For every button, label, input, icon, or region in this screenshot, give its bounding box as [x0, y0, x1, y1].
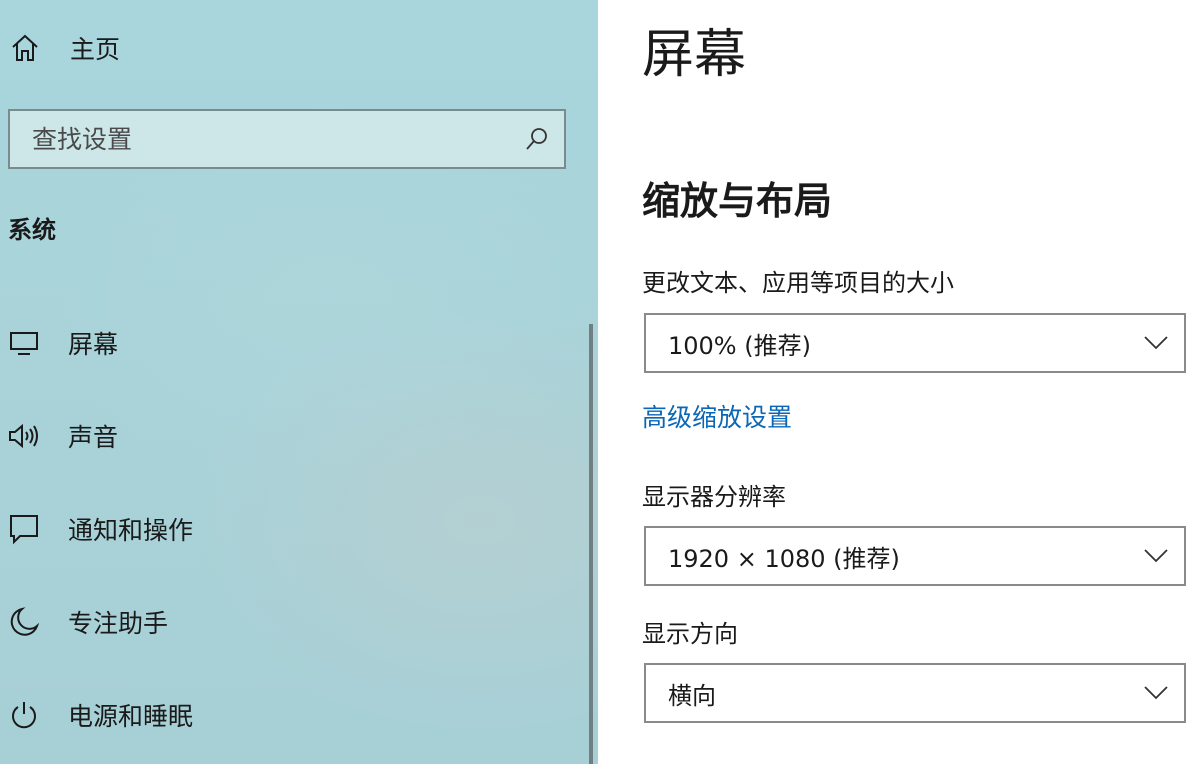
scale-dropdown[interactable]: 100% (推荐) — [644, 313, 1186, 373]
sidebar-item-label: 专注助手 — [68, 609, 169, 638]
orientation-label: 显示方向 — [642, 620, 738, 648]
monitor-icon — [4, 323, 44, 363]
resolution-label: 显示器分辨率 — [642, 483, 786, 511]
sidebar: 主页 系统 屏幕 — [0, 0, 598, 764]
section-title: 系统 — [8, 216, 56, 244]
main-panel: 屏幕 缩放与布局 更改文本、应用等项目的大小 100% (推荐) 高级缩放设置 … — [598, 0, 1200, 764]
sidebar-item-label: 屏幕 — [68, 330, 119, 359]
scale-layout-heading: 缩放与布局 — [642, 179, 833, 223]
scale-value: 100% (推荐) — [668, 331, 811, 360]
scale-label: 更改文本、应用等项目的大小 — [642, 269, 954, 297]
sidebar-item-notifications[interactable]: 通知和操作 — [4, 501, 584, 557]
settings-window: 主页 系统 屏幕 — [0, 0, 1200, 764]
sidebar-item-label: 通知和操作 — [68, 516, 194, 545]
message-icon — [4, 509, 44, 549]
sidebar-item-power-sleep[interactable]: 电源和睡眠 — [4, 687, 584, 743]
search-box — [8, 109, 566, 169]
sidebar-item-label: 声音 — [68, 423, 119, 452]
sidebar-item-sound[interactable]: 声音 — [4, 408, 584, 464]
advanced-scaling-link[interactable]: 高级缩放设置 — [642, 398, 792, 434]
chevron-down-icon — [1142, 542, 1170, 570]
resolution-dropdown[interactable]: 1920 × 1080 (推荐) — [644, 526, 1186, 586]
sidebar-item-label: 电源和睡眠 — [68, 702, 194, 731]
chevron-down-icon — [1142, 679, 1170, 707]
sidebar-item-home[interactable]: 主页 — [8, 26, 120, 70]
orientation-dropdown[interactable]: 横向 — [644, 663, 1186, 723]
sidebar-scrollbar[interactable] — [589, 324, 593, 764]
power-icon — [4, 695, 44, 735]
page-title: 屏幕 — [642, 25, 747, 85]
moon-icon — [4, 602, 44, 642]
resolution-value: 1920 × 1080 (推荐) — [668, 544, 900, 573]
sidebar-item-focus-assist[interactable]: 专注助手 — [4, 594, 584, 650]
sidebar-item-display[interactable]: 屏幕 — [4, 315, 584, 371]
search-input[interactable] — [10, 111, 510, 167]
speaker-icon — [4, 416, 44, 456]
search-icon[interactable] — [510, 111, 564, 167]
sidebar-item-label: 主页 — [70, 35, 121, 64]
home-icon — [8, 31, 42, 65]
orientation-value: 横向 — [668, 681, 716, 710]
chevron-down-icon — [1142, 329, 1170, 357]
